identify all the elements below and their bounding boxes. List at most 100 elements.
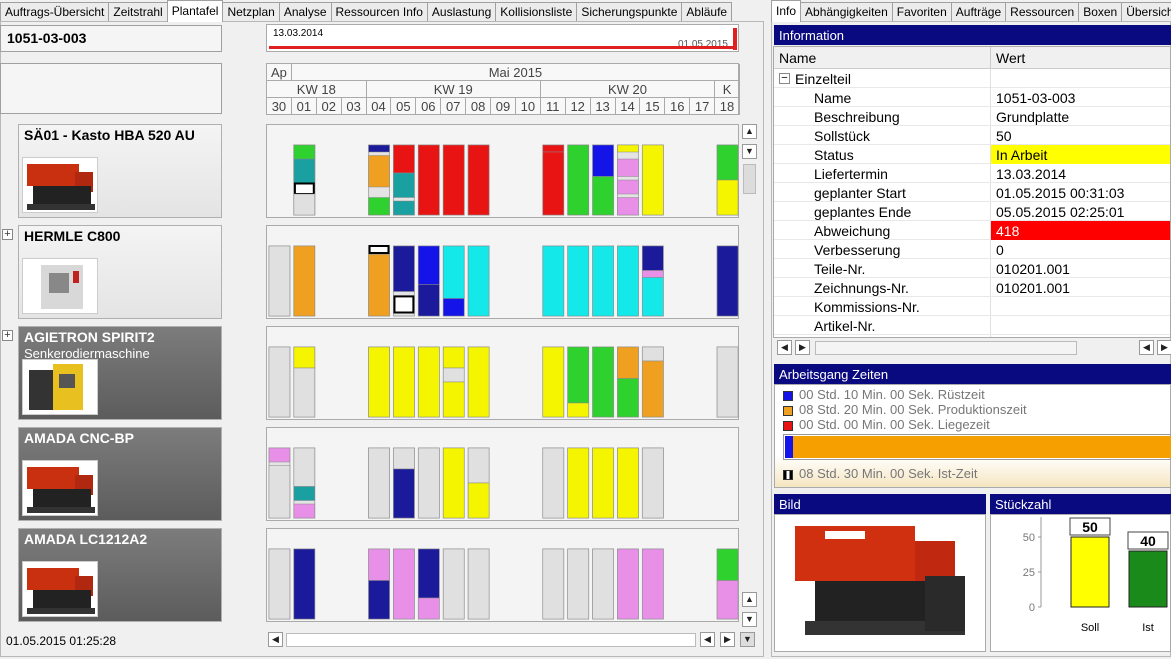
property-value[interactable]: 418 xyxy=(991,221,1170,240)
operation-block[interactable] xyxy=(368,346,390,418)
operation-block[interactable] xyxy=(293,548,316,620)
operation-block[interactable] xyxy=(418,284,440,317)
operation-block[interactable] xyxy=(467,245,490,317)
gantt-lane[interactable] xyxy=(266,225,739,319)
operation-block[interactable] xyxy=(567,447,589,519)
vertical-scrollbar[interactable]: ▲ ▼ ▲ ▼ xyxy=(741,124,758,630)
left-tab-3[interactable]: Netzplan xyxy=(222,2,280,22)
property-value[interactable]: In Arbeit xyxy=(991,145,1170,164)
property-grid[interactable]: Name Wert − Einzelteil Name 1051-03-003 Be… xyxy=(773,46,1171,338)
operation-block[interactable] xyxy=(716,144,739,181)
left-tab-6[interactable]: Auslastung xyxy=(426,2,497,22)
operation-block[interactable] xyxy=(642,144,664,216)
operation-block[interactable] xyxy=(592,346,614,418)
right-tab-5[interactable]: Boxen xyxy=(1078,2,1123,22)
scroll-up-icon[interactable]: ▲ xyxy=(742,124,757,139)
left-tab-9[interactable]: Abläufe xyxy=(681,2,733,22)
property-value[interactable]: 010201.001 xyxy=(991,278,1170,297)
operation-block[interactable] xyxy=(443,144,465,216)
operation-block[interactable] xyxy=(368,254,390,317)
operation-block[interactable] xyxy=(368,548,390,581)
operation-block[interactable] xyxy=(393,548,415,620)
operation-block[interactable] xyxy=(368,245,390,254)
group-row[interactable]: − Einzelteil xyxy=(774,69,1170,88)
operation-block[interactable] xyxy=(642,548,664,620)
operation-block[interactable] xyxy=(642,270,664,278)
operation-block[interactable] xyxy=(567,402,589,418)
property-row[interactable]: Verbesserung 0 xyxy=(774,240,1170,259)
property-row[interactable]: Artikel-Nr. xyxy=(774,316,1170,335)
operation-block[interactable] xyxy=(716,179,739,216)
operation-block[interactable] xyxy=(467,346,490,418)
operation-block[interactable] xyxy=(393,245,415,292)
operation-block[interactable] xyxy=(368,155,390,188)
property-row[interactable]: Status In Arbeit xyxy=(774,145,1170,164)
operation-block[interactable] xyxy=(467,482,490,519)
operation-block[interactable] xyxy=(617,548,639,620)
operation-block[interactable] xyxy=(542,151,564,216)
column-name-header[interactable]: Name xyxy=(774,47,991,69)
operation-block[interactable] xyxy=(716,548,739,581)
operation-block[interactable] xyxy=(443,548,465,620)
left-tab-5[interactable]: Ressourcen Info xyxy=(330,2,428,22)
right-tab-4[interactable]: Ressourcen xyxy=(1005,2,1080,22)
operation-block[interactable] xyxy=(642,277,664,317)
operation-block[interactable] xyxy=(716,245,739,317)
property-row[interactable]: Zeichnungs-Nr. 010201.001 xyxy=(774,278,1170,297)
operation-block[interactable] xyxy=(542,346,564,418)
scroll-thumb[interactable] xyxy=(815,341,1077,355)
operation-block[interactable] xyxy=(418,245,440,285)
column-value-header[interactable]: Wert xyxy=(991,47,1170,69)
operation-block[interactable] xyxy=(443,367,465,383)
operation-block[interactable] xyxy=(617,197,639,216)
scroll-thumb[interactable] xyxy=(743,164,756,194)
operation-block[interactable] xyxy=(542,447,564,519)
property-row[interactable]: Kommissions-Nr. xyxy=(774,297,1170,316)
operation-block[interactable] xyxy=(617,158,639,177)
timeline-marker[interactable] xyxy=(733,28,737,50)
operation-block[interactable] xyxy=(467,447,490,484)
property-value[interactable]: 010201.001 xyxy=(991,259,1170,278)
left-tab-2[interactable]: Plantafel xyxy=(166,0,224,22)
property-row[interactable]: geplantes Ende 05.05.2015 02:25:01 xyxy=(774,202,1170,221)
left-tab-0[interactable]: Auftrags-Übersicht xyxy=(0,2,110,22)
left-tab-8[interactable]: Sicherungspunkte xyxy=(576,2,683,22)
property-row[interactable]: Teile-Nr. 010201.001 xyxy=(774,259,1170,278)
operation-block[interactable] xyxy=(393,346,415,418)
operation-block[interactable] xyxy=(418,346,440,418)
property-row[interactable]: Abweichung 418 xyxy=(774,221,1170,240)
operation-block[interactable] xyxy=(617,447,639,519)
operation-block[interactable] xyxy=(567,548,589,620)
filter-icon[interactable]: ▼ xyxy=(740,632,755,647)
left-tab-4[interactable]: Analyse xyxy=(278,2,332,22)
operation-block[interactable] xyxy=(642,245,664,271)
scroll-right-icon[interactable]: ▶ xyxy=(1157,340,1171,355)
property-value[interactable]: 1051-03-003 xyxy=(991,88,1170,107)
operation-block[interactable] xyxy=(418,447,440,519)
property-value[interactable] xyxy=(991,316,1170,335)
scroll-left-icon[interactable]: ◀ xyxy=(777,340,792,355)
machine-card[interactable]: AGIETRON SPIRIT2 Senkerodiermaschine xyxy=(18,326,222,420)
operation-block[interactable] xyxy=(592,245,614,317)
operation-block[interactable] xyxy=(268,245,291,317)
right-tab-1[interactable]: Abhängigkeiten xyxy=(800,2,893,22)
operation-block[interactable] xyxy=(293,193,316,216)
scroll-left-icon[interactable]: ◀ xyxy=(1139,340,1154,355)
right-tab-2[interactable]: Favoriten xyxy=(891,2,952,22)
scroll-up-icon[interactable]: ▲ xyxy=(742,592,757,607)
machine-card[interactable]: SÄ01 - Kasto HBA 520 AU xyxy=(18,124,222,218)
operation-block[interactable] xyxy=(418,597,440,620)
property-value[interactable]: 50 xyxy=(991,126,1170,145)
property-value[interactable]: 0 xyxy=(991,240,1170,259)
operation-block[interactable] xyxy=(268,548,291,620)
operation-block[interactable] xyxy=(592,176,614,216)
property-value[interactable]: 13.03.2014 xyxy=(991,164,1170,183)
right-tab-0[interactable]: Info xyxy=(771,0,802,22)
operation-block[interactable] xyxy=(418,144,440,216)
operation-block[interactable] xyxy=(716,580,739,620)
scroll-track[interactable] xyxy=(286,633,696,647)
right-tab-6[interactable]: Übersicht xyxy=(1121,2,1171,22)
left-tab-1[interactable]: Zeitstrahl xyxy=(108,2,168,22)
operation-block[interactable] xyxy=(592,548,614,620)
operation-block[interactable] xyxy=(293,447,316,487)
